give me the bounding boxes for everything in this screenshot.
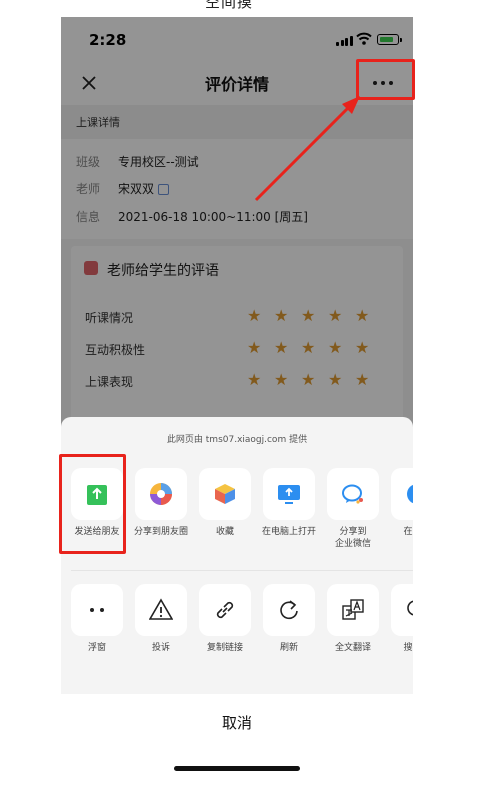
annotation-arrow — [254, 96, 360, 202]
highlight-box-send — [59, 454, 126, 554]
highlight-box-more — [356, 59, 415, 100]
